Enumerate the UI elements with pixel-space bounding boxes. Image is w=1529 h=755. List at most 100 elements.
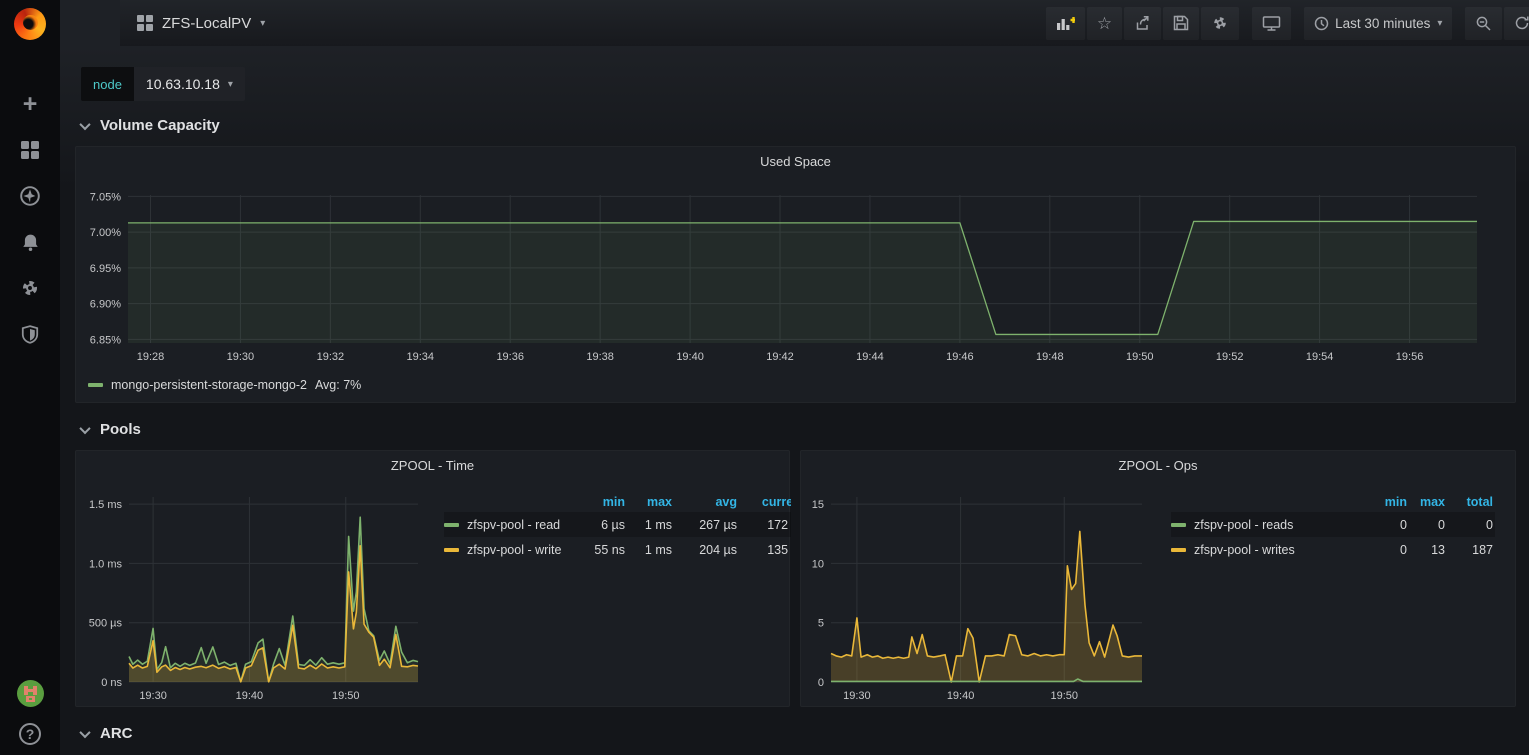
compass-icon: [19, 185, 41, 207]
zpool-ops-legend: min max total zfspv-pool - reads 0 0 0: [1171, 491, 1509, 562]
time-range-picker[interactable]: Last 30 minutes ▾: [1304, 7, 1452, 40]
variable-value: 10.63.10.18: [146, 76, 220, 92]
time-range-label: Last 30 minutes: [1335, 16, 1430, 31]
svg-text:19:40: 19:40: [236, 690, 264, 702]
sidebar-item-explore[interactable]: [12, 184, 48, 208]
series-color-dash: [444, 548, 459, 552]
sidebar-item-server-admin[interactable]: [12, 322, 48, 346]
section-arc[interactable]: ARC: [81, 725, 133, 742]
legend-header-total[interactable]: total: [1447, 491, 1495, 512]
svg-text:5: 5: [818, 618, 824, 630]
svg-text:19:30: 19:30: [227, 351, 255, 363]
svg-text:7.05%: 7.05%: [90, 191, 121, 203]
panel-title-zpool-ops[interactable]: ZPOOL - Ops: [801, 451, 1515, 479]
zpool-time-chart[interactable]: 0 ns500 µs1.0 ms1.5 ms19:3019:4019:50: [76, 479, 421, 705]
add-panel-button[interactable]: [1046, 7, 1085, 40]
gear-icon: [1211, 14, 1229, 32]
shield-icon: [20, 324, 40, 345]
svg-text:6.90%: 6.90%: [90, 299, 121, 311]
svg-text:19:50: 19:50: [1126, 351, 1154, 363]
zpool-ops-chart[interactable]: 05101519:3019:4019:50: [801, 479, 1146, 705]
series-color-dash: [1171, 548, 1186, 552]
sidebar-item-dashboards[interactable]: [12, 138, 48, 162]
star-dashboard-button[interactable]: ☆: [1087, 7, 1122, 40]
help-icon[interactable]: ?: [19, 723, 41, 745]
legend-header-avg[interactable]: avg: [674, 491, 739, 512]
legend-series-write[interactable]: zfspv-pool - write: [444, 537, 577, 562]
svg-text:19:32: 19:32: [317, 351, 345, 363]
panel-title-zpool-time[interactable]: ZPOOL - Time: [76, 451, 789, 479]
svg-text:19:50: 19:50: [332, 690, 360, 702]
section-pools[interactable]: Pools: [81, 421, 141, 438]
stat-avg: 204 µs: [674, 537, 739, 562]
series-name: mongo-persistent-storage-mongo-2: [111, 378, 307, 392]
svg-text:15: 15: [812, 499, 824, 511]
chevron-down-icon: [79, 118, 90, 129]
series-name: zfspv-pool - reads: [1194, 518, 1293, 532]
chevron-down-icon: [79, 422, 90, 433]
svg-text:6.85%: 6.85%: [90, 334, 121, 346]
monitor-icon: [1262, 15, 1281, 32]
used-space-legend-item[interactable]: mongo-persistent-storage-mongo-2 Avg: 7%: [88, 378, 361, 392]
share-dashboard-button[interactable]: [1124, 7, 1161, 40]
used-space-chart[interactable]: 6.85%6.90%6.95%7.00%7.05%19:2819:3019:32…: [76, 175, 1515, 375]
svg-text:19:54: 19:54: [1306, 351, 1334, 363]
dashboards-icon: [21, 141, 39, 159]
legend-series-writes[interactable]: zfspv-pool - writes: [1171, 537, 1353, 562]
legend-series-reads[interactable]: zfspv-pool - reads: [1171, 512, 1353, 537]
stat-total: 187: [1447, 537, 1495, 562]
section-volume-capacity[interactable]: Volume Capacity: [81, 117, 220, 134]
svg-text:19:28: 19:28: [137, 351, 165, 363]
sidebar-item-configuration[interactable]: [12, 276, 48, 300]
section-title: ARC: [100, 725, 133, 742]
sidebar-item-create[interactable]: +: [12, 92, 48, 116]
legend-header-current[interactable]: current: [739, 491, 791, 512]
gear-icon: [19, 277, 41, 299]
zoom-out-button[interactable]: [1465, 7, 1502, 40]
user-avatar[interactable]: [17, 680, 44, 707]
refresh-picker[interactable]: 10s ▾: [1504, 7, 1529, 40]
sidebar-item-alerting[interactable]: [12, 230, 48, 254]
variable-node-picker[interactable]: node 10.63.10.18 ▾: [81, 67, 245, 101]
svg-text:19:48: 19:48: [1036, 351, 1064, 363]
svg-text:1.0 ms: 1.0 ms: [89, 558, 123, 570]
svg-text:19:36: 19:36: [496, 351, 524, 363]
panel-title-used-space[interactable]: Used Space: [76, 147, 1515, 175]
panel-used-space: Used Space 6.85%6.90%6.95%7.00%7.05%19:2…: [75, 146, 1516, 403]
clock-icon: [1314, 16, 1329, 31]
svg-text:500 µs: 500 µs: [89, 618, 123, 630]
legend-series-read[interactable]: zfspv-pool - read: [444, 512, 577, 537]
chevron-down-icon: ▾: [260, 18, 265, 29]
save-dashboard-button[interactable]: [1163, 7, 1199, 40]
bell-icon: [20, 232, 41, 253]
legend-header-max[interactable]: max: [627, 491, 674, 512]
dashboard-settings-button[interactable]: [1201, 7, 1239, 40]
legend-header-min[interactable]: min: [577, 491, 627, 512]
svg-text:19:56: 19:56: [1396, 351, 1424, 363]
svg-text:6.95%: 6.95%: [90, 263, 121, 275]
series-name: zfspv-pool - read: [467, 518, 560, 532]
variable-label: node: [81, 67, 134, 101]
cycle-view-mode-button[interactable]: [1252, 7, 1291, 40]
dashboard-title-button[interactable]: ZFS-LocalPV ▾: [120, 15, 265, 32]
stat-max: 1 ms: [627, 512, 674, 537]
legend-header-min[interactable]: min: [1353, 491, 1409, 512]
refresh-icon: [1514, 15, 1529, 31]
svg-text:19:30: 19:30: [139, 690, 167, 702]
grafana-logo[interactable]: [0, 0, 60, 48]
dashboard-title: ZFS-LocalPV: [162, 15, 251, 32]
legend-header-max[interactable]: max: [1409, 491, 1447, 512]
chevron-down-icon: [79, 726, 90, 737]
svg-text:19:40: 19:40: [947, 690, 975, 702]
series-avg: Avg: 7%: [315, 378, 361, 392]
add-panel-icon: [1056, 15, 1075, 32]
svg-text:19:38: 19:38: [586, 351, 614, 363]
series-name: zfspv-pool - write: [467, 543, 561, 557]
chevron-down-icon: ▾: [228, 79, 233, 90]
stat-avg: 267 µs: [674, 512, 739, 537]
star-icon: ☆: [1097, 15, 1112, 32]
svg-text:1.5 ms: 1.5 ms: [89, 499, 123, 511]
svg-text:19:34: 19:34: [407, 351, 435, 363]
stat-current: 135 µs: [739, 537, 791, 562]
stat-max: 0: [1409, 512, 1447, 537]
